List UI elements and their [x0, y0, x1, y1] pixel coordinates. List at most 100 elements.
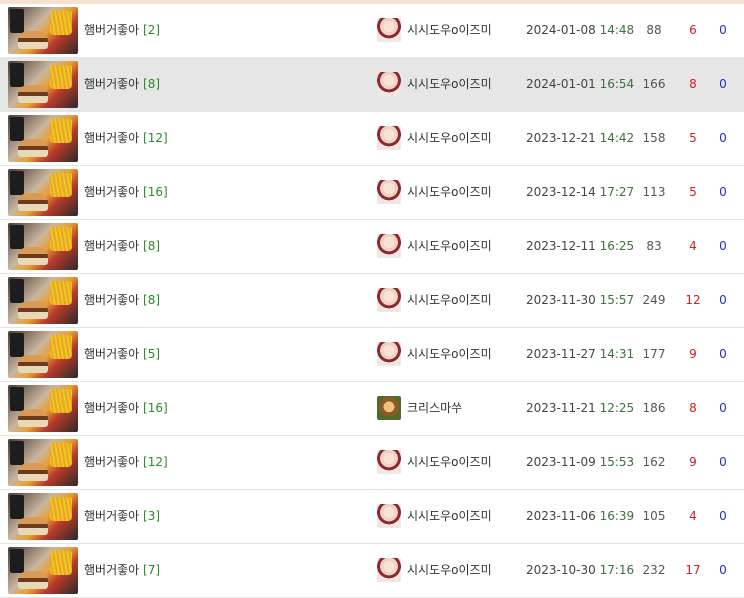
post-title[interactable]: 햄버거좋아 [84, 401, 139, 415]
comment-count[interactable]: [3] [143, 509, 160, 523]
post-thumbnail[interactable] [8, 385, 78, 432]
post-title[interactable]: 햄버거좋아 [84, 131, 139, 145]
anime-avatar-icon[interactable] [377, 504, 401, 528]
post-title-link[interactable]: 햄버거좋아 [8] [84, 220, 160, 273]
post-thumbnail[interactable] [8, 61, 78, 108]
post-title[interactable]: 햄버거좋아 [84, 239, 139, 253]
post-title-link[interactable]: 햄버거좋아 [16] [84, 166, 168, 219]
fries-graphic [50, 497, 72, 521]
drink-cup-graphic [10, 549, 24, 573]
post-thumbnail[interactable] [8, 331, 78, 378]
anime-avatar-icon[interactable] [377, 234, 401, 258]
post-thumbnail[interactable] [8, 115, 78, 162]
view-count: 88 [646, 23, 662, 37]
anime-avatar-icon[interactable] [377, 126, 401, 150]
post-title[interactable]: 햄버거좋아 [84, 563, 139, 577]
post-date: 2023-12-21 [526, 131, 596, 145]
anime-avatar-icon[interactable] [377, 18, 401, 42]
post-datetime: 2023-10-30 17:16 [526, 544, 634, 597]
anime-avatar-icon[interactable] [377, 180, 401, 204]
post-row[interactable]: 햄버거좋아 [7] 시시도우o이즈미 2023-10-30 17:16 232 … [0, 544, 744, 598]
comment-count[interactable]: [12] [143, 455, 168, 469]
anime-avatar-icon[interactable] [377, 342, 401, 366]
nonrecommend-count: 0 [719, 23, 727, 37]
post-row[interactable]: 햄버거좋아 [3] 시시도우o이즈미 2023-11-06 16:39 105 … [0, 490, 744, 544]
post-row[interactable]: 햄버거좋아 [8] 시시도우o이즈미 2023-12-11 16:25 83 4… [0, 220, 744, 274]
post-title[interactable]: 햄버거좋아 [84, 185, 139, 199]
post-thumbnail[interactable] [8, 493, 78, 540]
burger-graphic [18, 463, 48, 481]
post-title[interactable]: 햄버거좋아 [84, 77, 139, 91]
post-row[interactable]: 햄버거좋아 [16] 시시도우o이즈미 2023-12-14 17:27 113… [0, 166, 744, 220]
post-title-link[interactable]: 햄버거좋아 [3] [84, 490, 160, 543]
nonrecommend-count: 0 [719, 77, 727, 91]
post-title-link[interactable]: 햄버거좋아 [8] [84, 274, 160, 327]
author-name[interactable]: 시시도우o이즈미 [407, 436, 492, 489]
post-thumbnail[interactable] [8, 439, 78, 486]
comment-count[interactable]: [5] [143, 347, 160, 361]
post-title-link[interactable]: 햄버거좋아 [2] [84, 4, 160, 57]
post-title[interactable]: 햄버거좋아 [84, 347, 139, 361]
post-title-link[interactable]: 햄버거좋아 [7] [84, 544, 160, 597]
post-title-link[interactable]: 햄버거좋아 [8] [84, 58, 160, 111]
author-name[interactable]: 시시도우o이즈미 [407, 490, 492, 543]
post-title-link[interactable]: 햄버거좋아 [12] [84, 112, 168, 165]
comment-count[interactable]: [7] [143, 563, 160, 577]
author-name[interactable]: 시시도우o이즈미 [407, 220, 492, 273]
nonrecommend-count: 0 [719, 563, 727, 577]
comment-count[interactable]: [8] [143, 239, 160, 253]
author-name[interactable]: 시시도우o이즈미 [407, 274, 492, 327]
author-name[interactable]: 시시도우o이즈미 [407, 4, 492, 57]
post-thumbnail[interactable] [8, 7, 78, 54]
post-thumbnail[interactable] [8, 169, 78, 216]
post-row[interactable]: 햄버거좋아 [8] 시시도우o이즈미 2023-11-30 15:57 249 … [0, 274, 744, 328]
anime-avatar-icon[interactable] [377, 450, 401, 474]
drink-cup-graphic [10, 225, 24, 249]
author-name[interactable]: 시시도우o이즈미 [407, 58, 492, 111]
post-thumbnail[interactable] [8, 223, 78, 270]
post-row[interactable]: 햄버거좋아 [8] 시시도우o이즈미 2024-01-01 16:54 166 … [0, 58, 744, 112]
post-title[interactable]: 햄버거좋아 [84, 293, 139, 307]
post-datetime: 2023-11-06 16:39 [526, 490, 634, 543]
fries-graphic [50, 65, 72, 89]
post-row[interactable]: 햄버거좋아 [5] 시시도우o이즈미 2023-11-27 14:31 177 … [0, 328, 744, 382]
cartoon-avatar-icon[interactable] [377, 396, 401, 420]
comment-count[interactable]: [8] [143, 293, 160, 307]
post-time: 14:42 [599, 131, 635, 145]
post-row[interactable]: 햄버거좋아 [16] 크리스마쑤 2023-11-21 12:25 186 8 … [0, 382, 744, 436]
post-time: 12:25 [599, 401, 635, 415]
author-name[interactable]: 시시도우o이즈미 [407, 112, 492, 165]
post-row[interactable]: 햄버거좋아 [2] 시시도우o이즈미 2024-01-08 14:48 88 6… [0, 4, 744, 58]
post-thumbnail[interactable] [8, 277, 78, 324]
comment-count[interactable]: [2] [143, 23, 160, 37]
comment-count[interactable]: [16] [143, 185, 168, 199]
comment-count[interactable]: [8] [143, 77, 160, 91]
recommend-count: 8 [689, 77, 697, 91]
view-count: 158 [642, 131, 666, 145]
anime-avatar-icon[interactable] [377, 72, 401, 96]
anime-avatar-icon[interactable] [377, 558, 401, 582]
post-title-link[interactable]: 햄버거좋아 [5] [84, 328, 160, 381]
post-date: 2024-01-01 [526, 77, 596, 91]
author-name[interactable]: 시시도우o이즈미 [407, 328, 492, 381]
comment-count[interactable]: [12] [143, 131, 168, 145]
anime-avatar-icon[interactable] [377, 288, 401, 312]
author-name[interactable]: 크리스마쑤 [407, 382, 462, 435]
post-title[interactable]: 햄버거좋아 [84, 455, 139, 469]
fries-graphic [50, 389, 72, 413]
post-title[interactable]: 햄버거좋아 [84, 509, 139, 523]
post-title[interactable]: 햄버거좋아 [84, 23, 139, 37]
post-row[interactable]: 햄버거좋아 [12] 시시도우o이즈미 2023-11-09 15:53 162… [0, 436, 744, 490]
view-count: 232 [642, 563, 666, 577]
post-datetime: 2023-11-30 15:57 [526, 274, 634, 327]
view-count: 166 [642, 77, 666, 91]
post-row[interactable]: 햄버거좋아 [12] 시시도우o이즈미 2023-12-21 14:42 158… [0, 112, 744, 166]
comment-count[interactable]: [16] [143, 401, 168, 415]
post-thumbnail[interactable] [8, 547, 78, 594]
post-title-link[interactable]: 햄버거좋아 [12] [84, 436, 168, 489]
author-name[interactable]: 시시도우o이즈미 [407, 544, 492, 597]
post-date: 2023-11-30 [526, 293, 596, 307]
post-title-link[interactable]: 햄버거좋아 [16] [84, 382, 168, 435]
author-name[interactable]: 시시도우o이즈미 [407, 166, 492, 219]
recommend-count: 12 [685, 293, 701, 307]
